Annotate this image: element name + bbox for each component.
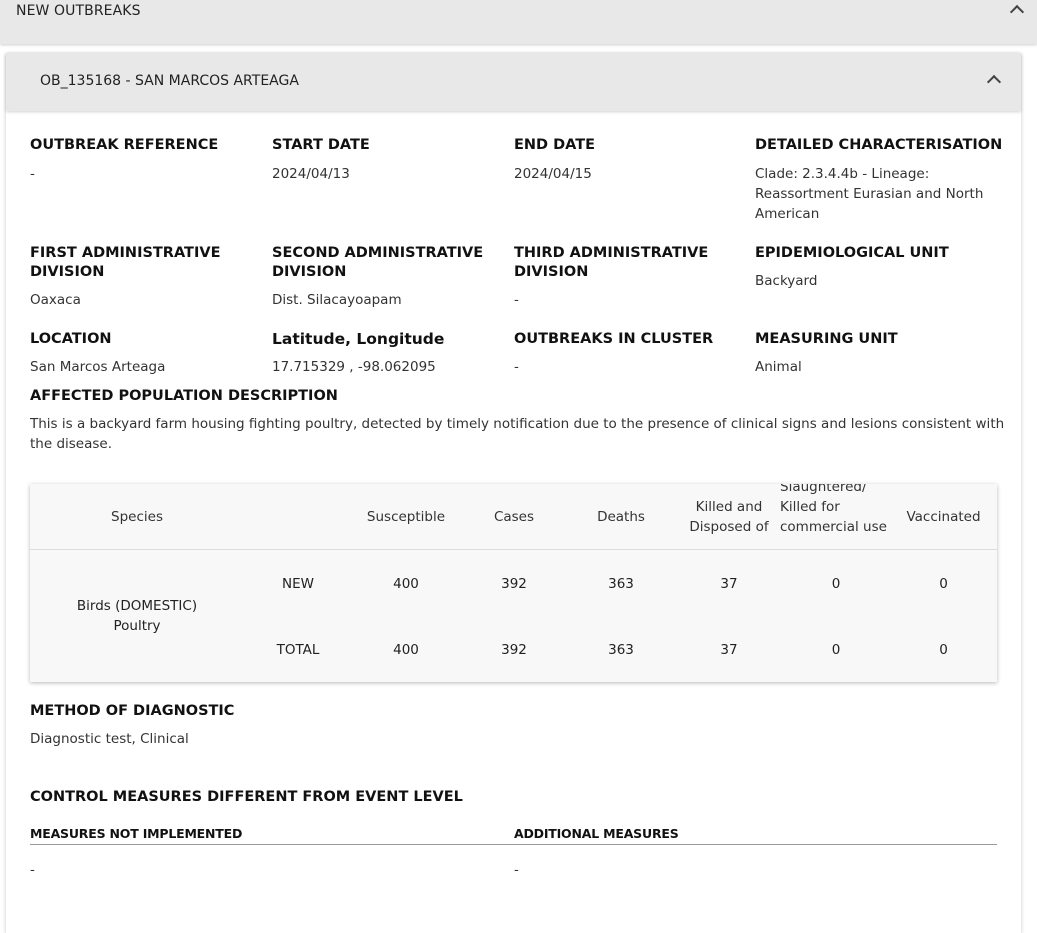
cell-killed: 37	[720, 642, 738, 658]
header-killed: Killed and Disposed of	[689, 499, 769, 535]
cell-susceptible: 400	[393, 642, 419, 658]
detailed-characterisation-label: DETAILED CHARACTERISATION	[755, 137, 1003, 153]
third-admin-division-label: THIRD ADMINISTRATIVE DIVISION	[514, 245, 709, 280]
header-cases: Cases	[493, 509, 535, 525]
location-value: San Marcos Arteaga	[30, 359, 166, 375]
measures-not-implemented-label: MEASURES NOT IMPLEMENTED	[30, 826, 243, 841]
outbreaks-in-cluster-label: OUTBREAKS IN CLUSTER	[514, 331, 714, 347]
cell-slaughtered: 0	[831, 576, 841, 592]
affected-population-value: This is a backyard farm housing fighting…	[30, 416, 1005, 452]
header-vaccinated: Vaccinated	[906, 509, 981, 525]
detailed-characterisation-value: Clade: 2.3.4.4b - Lineage: Reassortment …	[755, 166, 984, 222]
additional-measures-value: -	[514, 862, 519, 878]
epidemiological-unit-label: EPIDEMIOLOGICAL UNIT	[755, 245, 949, 261]
species-name: Birds (DOMESTIC) Poultry	[76, 598, 198, 634]
method-of-diagnostic-value: Diagnostic test, Clinical	[30, 731, 189, 747]
cell-vaccinated: 0	[939, 642, 948, 658]
third-admin-division-value: -	[514, 292, 519, 308]
outbreak-reference-label: OUTBREAK REFERENCE	[30, 137, 219, 153]
measuring-unit-label: MEASURING UNIT	[755, 331, 898, 347]
cell-slaughtered: 0	[831, 642, 841, 658]
method-of-diagnostic-label: METHOD OF DIAGNOSTIC	[30, 703, 235, 719]
chevron-up-icon[interactable]	[986, 74, 1002, 90]
section-title: NEW OUTBREAKS	[16, 3, 141, 19]
cell-deaths: 363	[608, 576, 634, 592]
cell-vaccinated: 0	[939, 576, 948, 592]
row-type: TOTAL	[276, 642, 320, 658]
species-table: Species Susceptible Cases Deaths Killed …	[30, 484, 997, 682]
start-date-label: START DATE	[272, 137, 370, 153]
first-admin-division-value: Oaxaca	[30, 292, 81, 308]
epidemiological-unit-value: Backyard	[755, 273, 818, 289]
start-date-value: 2024/04/13	[272, 166, 350, 182]
second-admin-division-label: SECOND ADMINISTRATIVE DIVISION	[272, 245, 484, 280]
second-admin-division-value: Dist. Silacayoapam	[272, 292, 402, 308]
outbreak-title: OB_135168 - SAN MARCOS ARTEAGA	[40, 73, 299, 89]
cell-susceptible: 400	[393, 576, 419, 592]
location-label: LOCATION	[30, 331, 112, 347]
end-date-label: END DATE	[514, 137, 596, 153]
measures-divider	[30, 844, 997, 845]
end-date-value: 2024/04/15	[514, 166, 592, 182]
lat-long-value: 17.715329 , -98.062095	[272, 359, 436, 375]
header-species: Species	[111, 509, 163, 525]
header-susceptible: Susceptible	[366, 509, 446, 525]
outbreak-panel-header[interactable]: OB_135168 - SAN MARCOS ARTEAGA	[6, 53, 1021, 111]
outbreak-reference-value: -	[30, 166, 35, 182]
cell-cases: 392	[501, 642, 527, 658]
header-slaughtered: Slaughtered/ Killed for commercial use	[780, 484, 887, 535]
cell-killed: 37	[720, 576, 738, 592]
header-deaths: Deaths	[597, 509, 645, 525]
header-separator	[30, 549, 997, 550]
chevron-up-icon[interactable]	[1009, 4, 1025, 20]
new-outbreaks-header[interactable]: NEW OUTBREAKS	[0, 0, 1037, 44]
cell-cases: 392	[501, 576, 527, 592]
measuring-unit-value: Animal	[755, 359, 802, 375]
first-admin-division-label: FIRST ADMINISTRATIVE DIVISION	[30, 245, 221, 280]
cell-deaths: 363	[608, 642, 634, 658]
control-measures-title: CONTROL MEASURES DIFFERENT FROM EVENT LE…	[30, 789, 463, 805]
affected-population-label: AFFECTED POPULATION DESCRIPTION	[30, 388, 338, 404]
row-type: NEW	[282, 576, 314, 592]
measures-not-implemented-value: -	[30, 862, 35, 878]
additional-measures-label: ADDITIONAL MEASURES	[514, 826, 679, 841]
lat-long-label: Latitude, Longitude	[272, 330, 445, 348]
outbreaks-in-cluster-value: -	[514, 359, 519, 375]
